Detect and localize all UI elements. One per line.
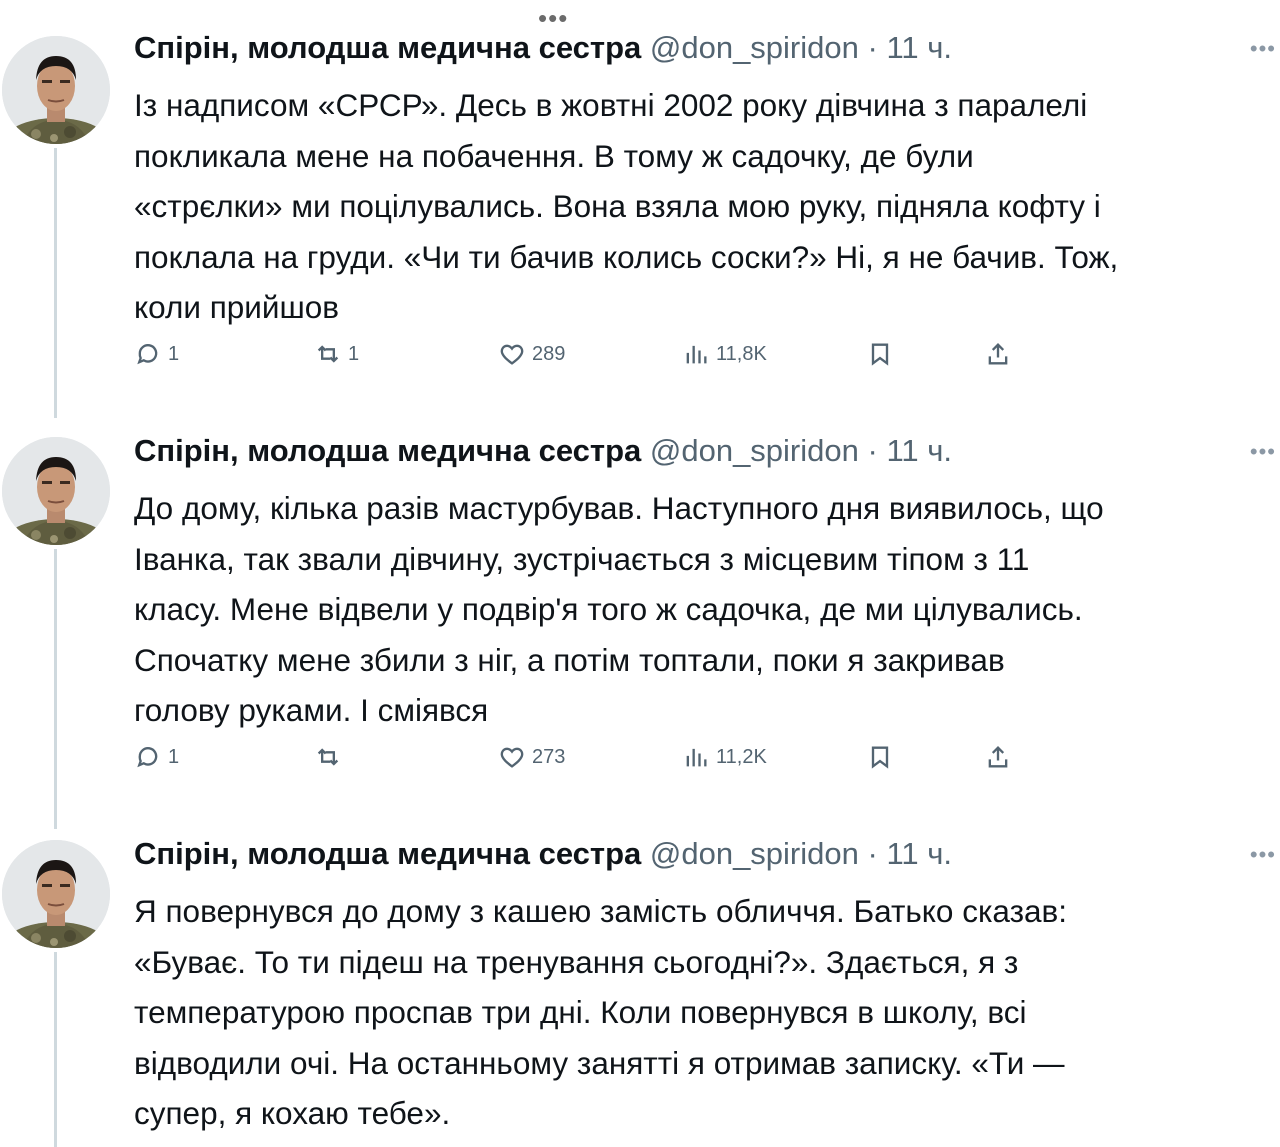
tweet-more-icon[interactable]: •••	[1250, 36, 1276, 62]
text-line: супер, я кохаю тебе».	[134, 1095, 451, 1131]
tweet-text: До дому, кілька разів мастурбував. Насту…	[134, 483, 1264, 736]
text-line: голову руками. І сміявся	[134, 692, 489, 728]
repost-button[interactable]: 1	[314, 334, 359, 374]
views-count: 11,2K	[716, 745, 767, 768]
tweet-actions: 1 273 11,2K	[134, 737, 1034, 777]
tweet[interactable]: Спірін, молодша медична сестра @don_spir…	[0, 836, 1280, 1147]
bookmark-icon	[871, 746, 889, 769]
share-icon	[988, 746, 1008, 768]
like-count: 289	[532, 342, 566, 365]
separator-dot: ·	[858, 836, 887, 871]
timestamp[interactable]: 11 ч.	[886, 30, 952, 65]
views-button[interactable]: 11,8K	[682, 334, 767, 374]
bookmark-icon	[871, 343, 889, 366]
reply-button[interactable]: 1	[134, 334, 179, 374]
author-name[interactable]: Спірін, молодша медична сестра	[134, 30, 641, 65]
like-count: 273	[532, 745, 566, 768]
tweet-header: Спірін, молодша медична сестра @don_spir…	[134, 836, 952, 872]
author-handle[interactable]: @don_spiridon	[650, 433, 859, 468]
timestamp[interactable]: 11 ч.	[886, 433, 952, 468]
heart-icon	[500, 747, 524, 768]
author-handle[interactable]: @don_spiridon	[650, 30, 859, 65]
text-line: Із надписом «СРСР». Десь в жовтні 2002 р…	[134, 87, 1088, 123]
reply-count: 1	[168, 745, 180, 768]
tweet[interactable]: Спірін, молодша медична сестра @don_spir…	[0, 433, 1280, 829]
text-line: «Буває. То ти підеш на тренування сьогод…	[134, 943, 1019, 980]
avatar[interactable]	[2, 437, 110, 545]
views-icon	[686, 345, 707, 364]
text-line: Я повернувся до дому з кашею замість обл…	[134, 893, 1068, 929]
avatar[interactable]	[2, 840, 110, 948]
repost-icon	[317, 345, 339, 363]
repost-button[interactable]	[314, 737, 348, 777]
text-line: температурою проспав три дні. Коли повер…	[134, 994, 1027, 1030]
avatar-photo	[2, 36, 110, 144]
author-name[interactable]: Спірін, молодша медична сестра	[134, 836, 641, 871]
text-line: покликала мене на побачення. В тому ж са…	[134, 137, 974, 174]
timestamp[interactable]: 11 ч.	[886, 836, 952, 871]
reply-icon	[137, 344, 158, 365]
reply-icon	[137, 747, 158, 768]
tweet-text: Я повернувся до дому з кашею замість обл…	[134, 886, 1264, 1139]
like-button[interactable]: 289	[498, 334, 565, 374]
text-line: відводили очі. На останньому занятті я о…	[134, 1044, 1065, 1081]
tweet-more-icon[interactable]: •••	[1250, 842, 1276, 868]
text-line: поклала на груди. «Чи ти бачив колись со…	[134, 238, 1119, 275]
views-button[interactable]: 11,2K	[682, 737, 767, 777]
avatar-photo	[2, 437, 110, 545]
tweet-header: Спірін, молодша медична сестра @don_spir…	[134, 30, 952, 66]
reply-count: 1	[168, 342, 180, 365]
text-line: Іванка, так звали дівчину, зустрічається…	[134, 540, 1030, 577]
avatar-photo	[2, 840, 110, 948]
text-line: коли прийшов	[134, 289, 339, 325]
repost-count: 1	[348, 342, 360, 365]
author-handle[interactable]: @don_spiridon	[650, 836, 859, 871]
repost-icon	[317, 748, 339, 766]
text-line: До дому, кілька разів мастурбував. Насту…	[134, 490, 1104, 526]
text-line: Спочатку мене збили з ніг, а потім топта…	[134, 641, 1005, 678]
tweet-actions: 1 1 289 11,8K	[134, 334, 1034, 374]
share-button[interactable]	[984, 737, 1012, 777]
tweet-header: Спірін, молодша медична сестра @don_spir…	[134, 433, 952, 469]
text-line: «стрєлки» ми поцілувались. Вона взяла мо…	[134, 188, 1101, 224]
separator-dot: ·	[858, 433, 887, 468]
avatar[interactable]	[2, 36, 110, 144]
views-icon	[686, 748, 707, 767]
share-icon	[988, 343, 1008, 365]
share-button[interactable]	[984, 334, 1012, 374]
thread-line	[54, 549, 57, 829]
text-line: класу. Мене відвели у подвір'я того ж са…	[134, 591, 1083, 627]
thread-line	[54, 952, 57, 1147]
tweet[interactable]: Спірін, молодша медична сестра @don_spir…	[0, 30, 1280, 418]
bookmark-button[interactable]	[866, 334, 894, 374]
tweet-more-icon[interactable]: •••	[1250, 439, 1276, 465]
author-name[interactable]: Спірін, молодша медична сестра	[134, 433, 641, 468]
separator-dot: ·	[858, 30, 887, 65]
heart-icon	[500, 344, 524, 365]
bookmark-button[interactable]	[866, 737, 894, 777]
tweet-text: Із надписом «СРСР». Десь в жовтні 2002 р…	[134, 80, 1264, 333]
reply-button[interactable]: 1	[134, 737, 179, 777]
more-options-icon[interactable]: •••	[538, 5, 568, 31]
thread-line	[54, 148, 57, 418]
views-count: 11,8K	[716, 342, 767, 365]
like-button[interactable]: 273	[498, 737, 565, 777]
